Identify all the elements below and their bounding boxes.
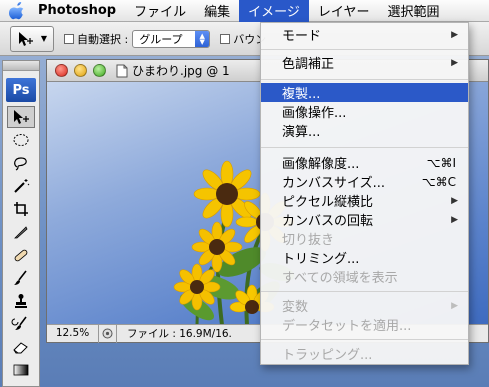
photoshop-logo[interactable]: Ps <box>6 78 36 102</box>
bandage-icon <box>14 249 28 262</box>
eraser-icon <box>13 342 28 354</box>
document-file-icon <box>116 64 128 77</box>
submenu-arrow-icon: ▶ <box>451 300 458 311</box>
menu-layer[interactable]: レイヤー <box>309 0 379 22</box>
magic-wand-icon <box>14 179 30 193</box>
toolbox-panel: Ps <box>2 60 40 387</box>
menu-item-image-size[interactable]: 画像解像度... ⌥⌘I <box>261 153 468 173</box>
menu-item-calculations-label: 演算... <box>282 125 321 140</box>
menu-separator <box>261 79 468 80</box>
brush-icon <box>14 270 27 285</box>
menu-file[interactable]: ファイル <box>125 0 195 22</box>
magic-wand-tool-button[interactable] <box>7 175 35 197</box>
menu-separator <box>261 291 468 292</box>
menu-item-pixel-aspect-ratio[interactable]: ピクセル縦横比 ▶ <box>261 191 468 210</box>
menu-item-mode-label: モード <box>282 29 322 44</box>
submenu-arrow-icon: ▶ <box>451 214 458 225</box>
submenu-arrow-icon: ▶ <box>451 195 458 206</box>
menu-item-rotate-canvas[interactable]: カンバスの回転 ▶ <box>261 210 468 229</box>
toolbox-titlebar[interactable] <box>3 61 39 71</box>
brush-tool-button[interactable] <box>7 267 35 289</box>
stamp-icon <box>15 294 27 308</box>
menu-item-apply-image-label: 画像操作... <box>282 106 347 121</box>
menu-item-trap-label: トラッピング... <box>282 348 373 363</box>
shortcut-label: ⌥⌘C <box>421 174 456 189</box>
tool-preset-picker[interactable]: ▼ <box>10 25 54 52</box>
menu-bar: Photoshop ファイル 編集 イメージ レイヤー 選択範囲 <box>0 0 489 22</box>
crop-tool-button[interactable] <box>7 198 35 220</box>
menu-item-apply-data-set-label: データセットを適用... <box>282 319 412 334</box>
move-tool-button[interactable] <box>7 106 35 128</box>
menu-separator <box>261 339 468 340</box>
menu-separator <box>261 147 468 148</box>
slice-knife-icon <box>14 226 28 239</box>
zoom-window-button[interactable] <box>93 64 106 77</box>
image-menu-dropdown: モード ▶ 色調補正 ▶ 複製... 画像操作... 演算... 画像解像度..… <box>260 22 469 365</box>
menu-item-calculations[interactable]: 演算... <box>261 121 468 140</box>
file-size-info[interactable]: ファイル : 16.9M/16. <box>117 326 232 341</box>
menu-item-crop: 切り抜き <box>261 229 468 248</box>
menu-edit[interactable]: 編集 <box>195 0 239 22</box>
menu-item-reveal-all: すべての領域を表示 <box>261 267 468 286</box>
menu-item-apply-data-set: データセットを適用... <box>261 315 468 334</box>
menu-item-apply-image[interactable]: 画像操作... <box>261 102 468 121</box>
status-info-icon[interactable] <box>99 324 117 343</box>
menu-item-trim-label: トリミング... <box>282 252 360 267</box>
menu-item-reveal-all-label: すべての領域を表示 <box>282 271 398 286</box>
auto-select-target-value: グループ <box>139 32 183 46</box>
menu-item-mode[interactable]: モード ▶ <box>261 25 468 44</box>
history-brush-icon <box>11 316 27 330</box>
menu-item-adjustments-label: 色調補正 <box>282 57 335 72</box>
ellipse-marquee-tool-button[interactable] <box>7 129 35 151</box>
menu-item-duplicate-label: 複製... <box>282 87 321 102</box>
apple-menu[interactable] <box>0 0 34 22</box>
menu-item-variables: 変数 ▶ <box>261 296 468 315</box>
close-window-button[interactable] <box>55 64 68 77</box>
submenu-arrow-icon: ▶ <box>451 29 458 40</box>
move-tool-icon <box>18 31 33 46</box>
select-stepper-icon: ▲ ▼ <box>195 30 210 47</box>
menu-item-duplicate[interactable]: 複製... <box>261 83 468 102</box>
shortcut-label: ⌥⌘I <box>426 155 456 170</box>
healing-brush-tool-button[interactable] <box>7 244 35 266</box>
lasso-icon <box>14 157 27 171</box>
chevron-down-icon: ▼ <box>40 34 48 43</box>
menu-select[interactable]: 選択範囲 <box>379 0 449 22</box>
menu-photoshop[interactable]: Photoshop <box>34 0 125 22</box>
minimize-window-button[interactable] <box>74 64 87 77</box>
slice-tool-button[interactable] <box>7 221 35 243</box>
menu-item-variables-label: 変数 <box>282 300 309 315</box>
menu-item-adjustments[interactable]: 色調補正 ▶ <box>261 53 468 72</box>
menu-item-trap: トラッピング... <box>261 344 468 363</box>
auto-select-label: 自動選択 : <box>77 32 129 46</box>
menu-image[interactable]: イメージ <box>239 0 309 22</box>
menu-item-crop-label: 切り抜き <box>282 233 335 248</box>
move-tool-icon <box>14 110 29 124</box>
crop-icon <box>14 202 28 216</box>
menu-item-rotate-canvas-label: カンバスの回転 <box>282 214 374 229</box>
auto-select-target-select[interactable]: グループ ▲ ▼ <box>132 29 211 48</box>
gradient-icon <box>13 364 29 376</box>
bounding-box-checkbox[interactable] <box>220 33 231 44</box>
document-title: ひまわり.jpg @ 1 <box>132 64 230 78</box>
auto-select-checkbox[interactable] <box>64 33 74 44</box>
zoom-level-field[interactable]: 12.5% <box>47 324 99 343</box>
clone-stamp-tool-button[interactable] <box>7 290 35 312</box>
menu-item-trim[interactable]: トリミング... <box>261 248 468 267</box>
menu-item-pixel-aspect-ratio-label: ピクセル縦横比 <box>282 195 374 210</box>
menu-item-canvas-size[interactable]: カンバスサイズ... ⌥⌘C <box>261 172 468 192</box>
menu-item-canvas-size-label: カンバスサイズ... <box>282 176 386 191</box>
menu-separator <box>261 49 468 50</box>
apple-icon <box>9 1 24 19</box>
gradient-tool-button[interactable] <box>7 359 35 381</box>
lasso-tool-button[interactable] <box>7 152 35 174</box>
ellipse-marquee-icon <box>13 134 29 146</box>
history-brush-tool-button[interactable] <box>7 313 35 335</box>
submenu-arrow-icon: ▶ <box>451 57 458 68</box>
eraser-tool-button[interactable] <box>7 336 35 358</box>
menu-item-image-size-label: 画像解像度... <box>282 157 360 172</box>
